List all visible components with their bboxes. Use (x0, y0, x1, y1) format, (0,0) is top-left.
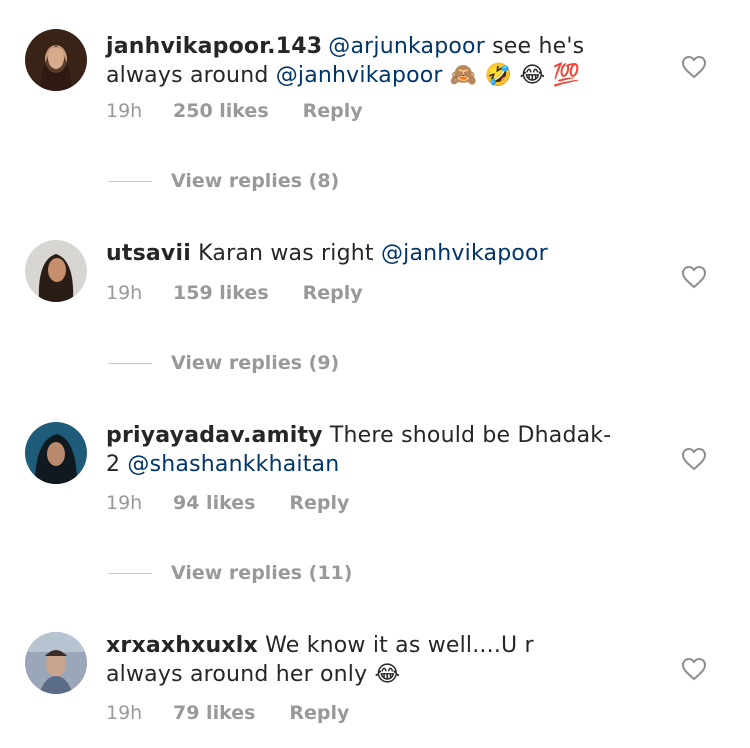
avatar[interactable] (25, 240, 87, 302)
avatar-image (25, 632, 87, 694)
view-replies[interactable]: View replies (11) (108, 562, 352, 584)
heart-outline-icon[interactable] (681, 657, 707, 681)
comment-username[interactable]: priyayadav.amity (106, 423, 323, 448)
emoji-group: 🙈 🤣 😂 💯 (449, 63, 581, 88)
likes-count[interactable]: 79 likes (173, 702, 255, 724)
reply-button[interactable]: Reply (289, 702, 349, 724)
likes-count[interactable]: 159 likes (173, 282, 269, 304)
divider-line (108, 362, 152, 364)
reply-button[interactable]: Reply (289, 492, 349, 514)
divider-line (108, 180, 152, 182)
comment-meta: 19h 94 likes Reply (106, 492, 349, 514)
comment-meta: 19h 159 likes Reply (106, 282, 363, 304)
avatar[interactable] (25, 422, 87, 484)
view-replies[interactable]: View replies (9) (108, 352, 339, 374)
comment-mention[interactable]: @arjunkapoor (328, 34, 485, 59)
comment-time: 19h (106, 100, 143, 122)
comment-text: utsavii Karan was right @janhvikapoor (106, 239, 616, 268)
comment-mention[interactable]: @janhvikapoor (381, 241, 548, 266)
avatar[interactable] (25, 632, 87, 694)
avatar-image (25, 422, 87, 484)
view-replies-label: View replies (9) (171, 352, 340, 374)
comment-mention[interactable]: @janhvikapoor (276, 63, 443, 88)
comment-time: 19h (106, 702, 143, 724)
heart-outline-icon[interactable] (681, 265, 707, 289)
heart-outline-icon[interactable] (681, 447, 707, 471)
comment-time: 19h (106, 492, 143, 514)
comment-meta: 19h 79 likes Reply (106, 702, 349, 724)
comment-meta: 19h 250 likes Reply (106, 100, 363, 122)
comment-text: priyayadav.amity There should be Dhadak-… (106, 421, 616, 479)
avatar[interactable] (25, 29, 87, 91)
comment-username[interactable]: janhvikapoor.143 (106, 34, 322, 59)
view-replies-label: View replies (8) (171, 170, 340, 192)
likes-count[interactable]: 250 likes (173, 100, 269, 122)
view-replies[interactable]: View replies (8) (108, 170, 339, 192)
reply-button[interactable]: Reply (303, 100, 363, 122)
comment-mention[interactable]: @shashankkhaitan (127, 452, 339, 477)
comment-username[interactable]: utsavii (106, 241, 191, 266)
laughing-emoji: 😂 (374, 662, 401, 687)
divider-line (108, 572, 152, 574)
avatar-image (25, 29, 87, 91)
comment-username[interactable]: xrxaxhxuxlx (106, 633, 258, 658)
heart-outline-icon[interactable] (681, 55, 707, 79)
reply-button[interactable]: Reply (303, 282, 363, 304)
view-replies-label: View replies (11) (171, 562, 353, 584)
avatar-image (25, 240, 87, 302)
comment-text: janhvikapoor.143 @arjunkapoor see he's al… (106, 32, 616, 90)
comment-body: Karan was right (190, 241, 381, 266)
comment-time: 19h (106, 282, 143, 304)
likes-count[interactable]: 94 likes (173, 492, 255, 514)
comment-text: xrxaxhxuxlx We know it as well....U r al… (106, 631, 616, 689)
